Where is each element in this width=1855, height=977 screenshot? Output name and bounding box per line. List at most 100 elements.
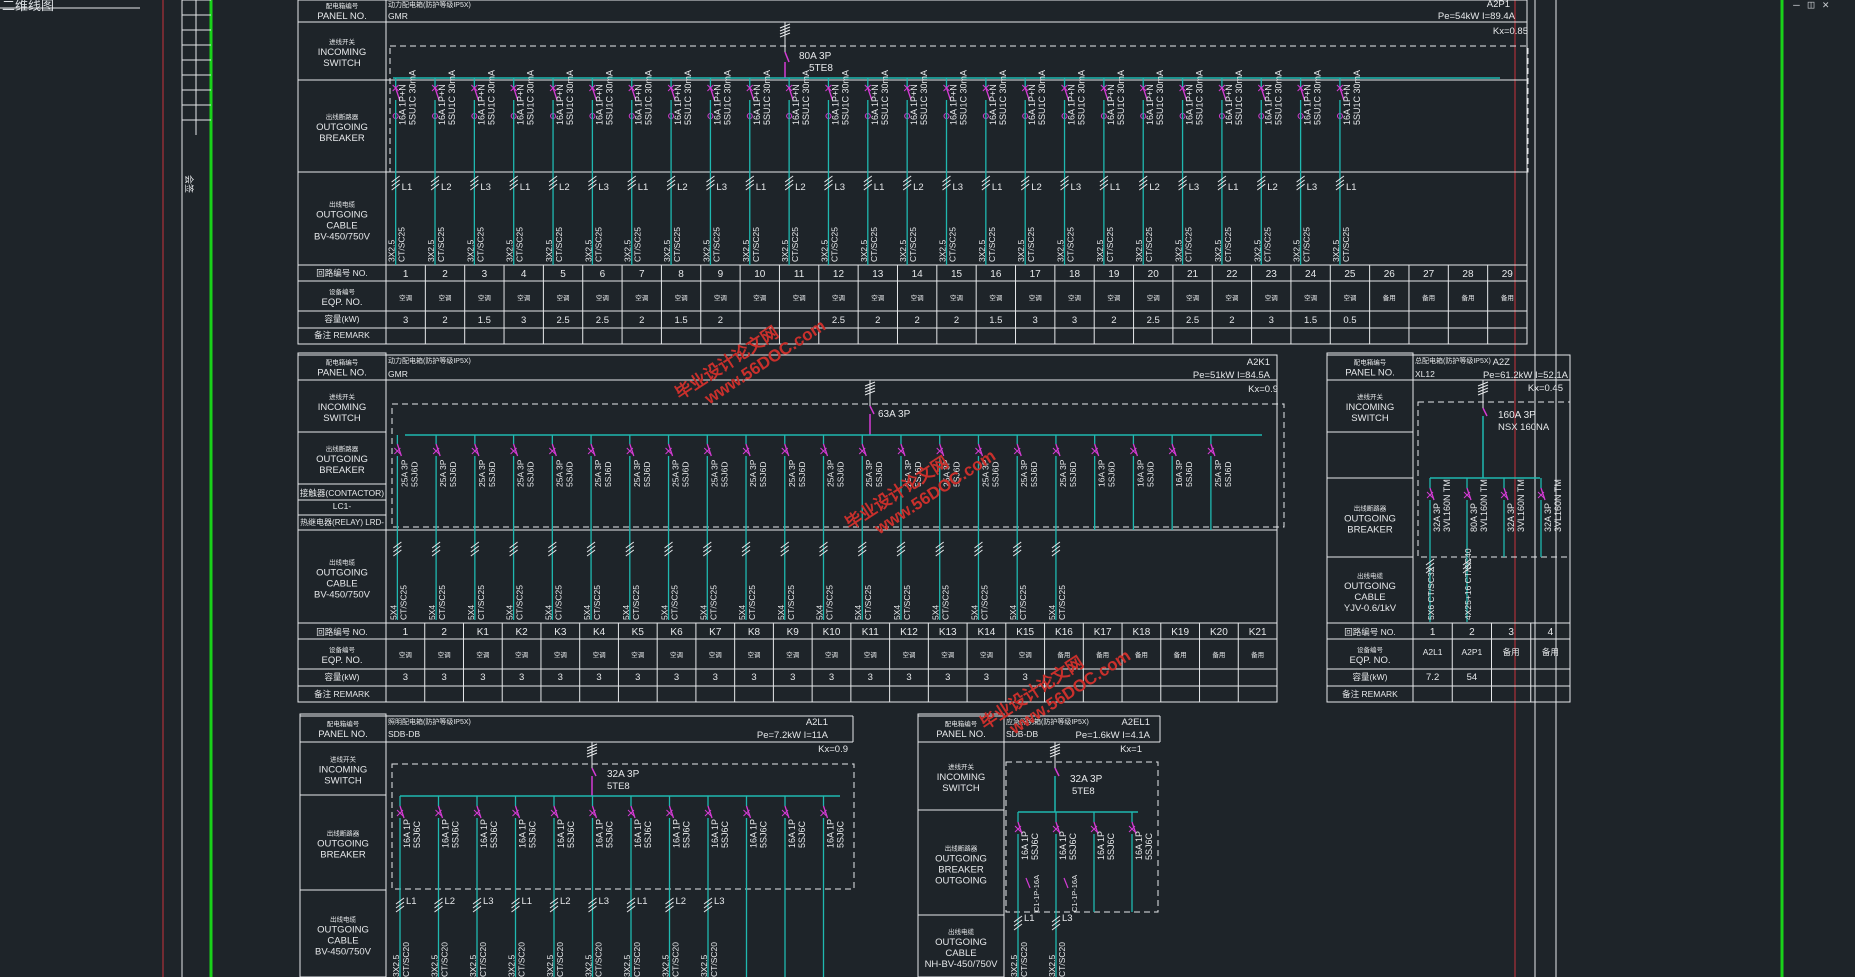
breaker-rating: 25A 3P bbox=[787, 459, 797, 487]
cable-text: 出线电缆 bbox=[330, 915, 357, 924]
breaker-rating: 16A 1P+N bbox=[830, 84, 840, 125]
eqp-number: 空调 bbox=[864, 650, 877, 659]
cable-size: 5X4 bbox=[582, 605, 592, 620]
power-value: 1.5 bbox=[989, 315, 1002, 326]
breaker-model: 5SU1C 30mA bbox=[959, 70, 969, 125]
breaker-model: 3VL160N TM bbox=[1516, 479, 1526, 532]
circuit-number: K2 bbox=[515, 627, 528, 638]
eqp-number: 空调 bbox=[439, 293, 452, 302]
breaker-rating: 16A 1P bbox=[749, 819, 759, 848]
circuit-number: K14 bbox=[978, 627, 996, 638]
power-value: 3 bbox=[403, 672, 408, 683]
incoming-rating: 63A 3P bbox=[878, 409, 911, 420]
breaker-model: 5SU1C 30mA bbox=[486, 70, 496, 125]
eqp-number: 空调 bbox=[911, 293, 924, 302]
breaker-model: 5SJ6D bbox=[1068, 461, 1078, 487]
cable-size: 3X2.5 bbox=[387, 240, 397, 262]
panel-A2EL1: 配电箱编号PANEL NO.进线开关INCOMINGSWITCH出线断路器OUT… bbox=[917, 713, 1161, 977]
power-label: 容量(kW) bbox=[1353, 672, 1388, 682]
circuit-number: 2 bbox=[1469, 627, 1475, 638]
cable-size: 3X2.5 bbox=[583, 240, 593, 262]
breaker-rating: 25A 3P bbox=[826, 459, 836, 487]
power-value: 3 bbox=[945, 672, 950, 683]
cable-size: 3X2.5 bbox=[662, 240, 672, 262]
circuit-number: K12 bbox=[900, 627, 918, 638]
breaker-text: BREAKER bbox=[319, 133, 365, 144]
incoming-text: SWITCH bbox=[1351, 413, 1389, 424]
power-value: 0.5 bbox=[1343, 315, 1356, 326]
breaker-model: 5SJ6D bbox=[409, 461, 419, 487]
incoming-text: INCOMING bbox=[1346, 402, 1395, 413]
panel-no-text: PANEL NO. bbox=[317, 368, 367, 379]
breaker-text: BREAKER bbox=[938, 865, 984, 876]
phase-label: L1 bbox=[1346, 182, 1357, 193]
circuit-number: K7 bbox=[709, 627, 722, 638]
cable-conduit: CT/SC25 bbox=[672, 227, 682, 262]
panel-model: XL12 bbox=[1415, 369, 1435, 379]
eqp-number: 空调 bbox=[1265, 293, 1278, 302]
breaker-model: 5SJ6C bbox=[1030, 832, 1040, 860]
eqp-number: 空调 bbox=[871, 293, 884, 302]
breaker-rating: 16A 1P+N bbox=[1263, 84, 1273, 125]
breaker-rating: 16A 1P+N bbox=[712, 84, 722, 125]
phase-label: L2 bbox=[676, 896, 687, 907]
circuit-number: K17 bbox=[1094, 627, 1112, 638]
panel-pe: Pe=54kW I=89.4A bbox=[1438, 11, 1516, 22]
eqp-number: 空调 bbox=[1107, 293, 1120, 302]
power-value: 2.5 bbox=[832, 315, 845, 326]
eqp-number: 空调 bbox=[557, 293, 570, 302]
circuit-number: 2 bbox=[441, 627, 447, 638]
eqp-number: 空调 bbox=[941, 650, 954, 659]
circuit-label: 回路编号 NO. bbox=[1344, 627, 1395, 637]
breaker-rating: 16A 1P bbox=[441, 819, 451, 848]
phase-label: L1 bbox=[520, 182, 531, 193]
phase-label: L2 bbox=[441, 182, 452, 193]
breaker-rating: 16A 1P bbox=[518, 819, 528, 848]
power-value: 3 bbox=[635, 672, 640, 683]
eqp-number: 空调 bbox=[825, 650, 838, 659]
eqp-number: 空调 bbox=[635, 293, 648, 302]
breaker-text: OUTGOING bbox=[935, 854, 987, 865]
breaker-model: 5SU1C 30mA bbox=[1155, 70, 1165, 125]
circuit-number: 19 bbox=[1108, 269, 1120, 280]
eqp-number: 空调 bbox=[1304, 293, 1317, 302]
power-value: 2 bbox=[875, 315, 880, 326]
mid-breaker-label: C1-1P-16A bbox=[1032, 875, 1041, 912]
eqp-number: 备用 bbox=[1174, 650, 1187, 659]
cable-conduit: CT/SC25 bbox=[987, 227, 997, 262]
eqp-number: 空调 bbox=[980, 650, 993, 659]
eqp-number: A2L1 bbox=[1423, 647, 1443, 657]
breaker-rating: 32A 3P bbox=[1543, 503, 1553, 532]
drawing-canvas[interactable]: 会签配电箱编号PANEL NO.进线开关INCOMINGSWITCH出线断路器O… bbox=[0, 0, 1855, 977]
breaker-text: OUTGOING bbox=[316, 122, 368, 133]
circuit-label: 回路编号 NO. bbox=[316, 627, 367, 637]
eqp-number: 空调 bbox=[1186, 293, 1199, 302]
breaker-text: OUTGOING bbox=[316, 454, 368, 465]
circuit-number: 25 bbox=[1344, 269, 1356, 280]
cable-size: 5X6 CT/SC32 bbox=[1426, 567, 1436, 620]
cable-size: 3X2.5 bbox=[622, 955, 632, 977]
power-value: 2 bbox=[954, 315, 959, 326]
breaker-model: 5SU1C 30mA bbox=[1273, 70, 1283, 125]
circuit-number: 18 bbox=[1069, 269, 1081, 280]
eqp-text: EQP. NO. bbox=[321, 655, 362, 666]
circuit-number: 1 bbox=[403, 269, 409, 280]
phase-label: L2 bbox=[677, 182, 688, 193]
cable-size: 3X2.5 bbox=[1252, 240, 1262, 262]
phase-label: L1 bbox=[756, 182, 767, 193]
breaker-model: 5SJ6C bbox=[720, 820, 730, 848]
breaker-rating: 25A 3P bbox=[399, 459, 409, 487]
circuit-number: 27 bbox=[1423, 269, 1435, 280]
cable-size: 5X4 bbox=[466, 605, 476, 620]
breaker-model: 5SU1C 30mA bbox=[1077, 70, 1087, 125]
cable-text: OUTGOING bbox=[316, 568, 368, 579]
circuit-number: K10 bbox=[823, 627, 841, 638]
circuit-number: K18 bbox=[1133, 627, 1151, 638]
breaker-model: 5SU1C 30mA bbox=[801, 70, 811, 125]
panel-no-text: PANEL NO. bbox=[318, 729, 368, 740]
breaker-model: 5SU1C 30mA bbox=[1313, 70, 1323, 125]
cable-size: 5X4 bbox=[1047, 605, 1057, 620]
cable-size: 3X2.5 bbox=[1174, 240, 1184, 262]
cable-conduit: CT/SC20 bbox=[555, 942, 565, 977]
cable-text: CABLE bbox=[945, 948, 976, 959]
